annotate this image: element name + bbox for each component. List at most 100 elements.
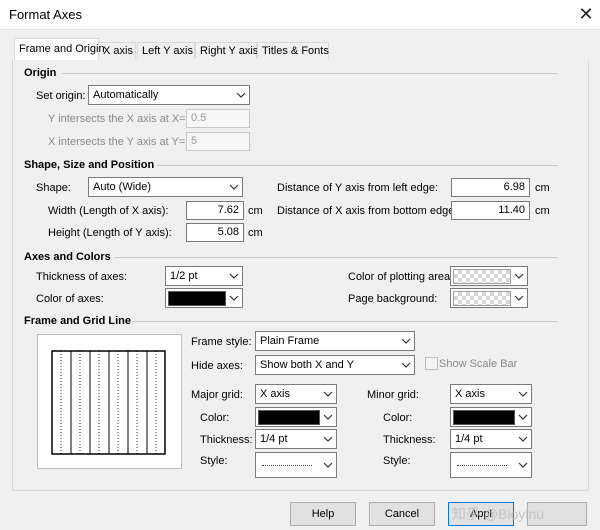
minor-grid-value: X axis — [455, 388, 485, 400]
thickness-axes-label: Thickness of axes: — [36, 271, 128, 283]
height-unit: cm — [248, 227, 263, 239]
major-thickness-label: Thickness: — [200, 434, 253, 446]
major-color-label: Color: — [200, 412, 230, 424]
axes-colors-divider — [114, 257, 558, 258]
dist-y-input[interactable]: 6.98 — [451, 178, 530, 197]
chevron-down-icon — [229, 293, 239, 303]
watermark: 知乎 @Bioylnu — [452, 506, 545, 522]
major-style-select[interactable] — [255, 452, 337, 478]
color-axes-swatch — [168, 291, 226, 306]
major-grid-label: Major grid: — [191, 389, 243, 401]
thickness-axes-select[interactable]: 1/2 pt — [165, 266, 243, 286]
tab-frame-and-origin[interactable]: Frame and Origin — [14, 38, 105, 60]
chevron-down-icon — [518, 412, 528, 422]
minor-style-label: Style: — [383, 455, 411, 467]
minor-thickness-select[interactable]: 1/4 pt — [450, 429, 532, 449]
close-icon[interactable]: ✕ — [576, 4, 596, 24]
y-intersects-label: Y intersects the X axis at X= — [48, 113, 186, 125]
chevron-down-icon — [323, 460, 333, 470]
page-bg-select[interactable] — [450, 288, 528, 308]
show-scale-bar-checkbox[interactable] — [425, 357, 438, 370]
minor-style-dotted-line — [457, 465, 507, 466]
frame-grid-divider — [132, 321, 558, 322]
width-input[interactable]: 7.62 — [186, 201, 244, 220]
dist-y-label: Distance of Y axis from left edge: — [277, 182, 439, 194]
frame-style-label: Frame style: — [191, 336, 252, 348]
major-color-swatch — [258, 410, 320, 425]
axes-colors-heading: Axes and Colors — [24, 251, 111, 263]
chevron-down-icon — [323, 389, 333, 399]
hide-axes-select[interactable]: Show both X and Y — [255, 355, 415, 375]
chevron-down-icon — [229, 271, 239, 281]
tab-left-y-axis[interactable]: Left Y axis — [137, 42, 195, 60]
set-origin-value: Automatically — [93, 89, 159, 101]
minor-color-swatch — [453, 410, 515, 425]
minor-thickness-value: 1/4 pt — [455, 433, 483, 445]
dist-x-label: Distance of X axis from bottom edge: — [277, 205, 458, 217]
origin-divider — [62, 73, 558, 74]
shape-select[interactable]: Auto (Wide) — [88, 177, 243, 197]
show-scale-bar-label: Show Scale Bar — [439, 358, 518, 370]
minor-color-select[interactable] — [450, 407, 532, 427]
set-origin-label: Set origin: — [36, 90, 86, 102]
major-thickness-select[interactable]: 1/4 pt — [255, 429, 337, 449]
dist-y-unit: cm — [535, 182, 550, 194]
shape-label: Shape: — [36, 182, 71, 194]
x-intersects-label: X intersects the Y axis at Y= — [48, 136, 186, 148]
tab-titles-fonts[interactable]: Titles & Fonts — [257, 42, 329, 60]
height-label: Height (Length of Y axis): — [48, 227, 172, 239]
y-intersects-input[interactable]: 0.5 — [186, 109, 250, 128]
title-bar — [0, 0, 600, 30]
shape-value: Auto (Wide) — [93, 181, 152, 193]
major-grid-value: X axis — [260, 388, 290, 400]
chevron-down-icon — [518, 460, 528, 470]
plot-area-swatch — [453, 269, 511, 284]
frame-grid-heading: Frame and Grid Line — [24, 315, 131, 327]
width-unit: cm — [248, 205, 263, 217]
chevron-down-icon — [401, 360, 411, 370]
chevron-down-icon — [514, 293, 524, 303]
width-label: Width (Length of X axis): — [48, 205, 169, 217]
major-style-label: Style: — [200, 455, 228, 467]
frame-preview — [37, 334, 182, 469]
origin-heading: Origin — [24, 67, 57, 79]
major-grid-select[interactable]: X axis — [255, 384, 337, 404]
minor-color-label: Color: — [383, 412, 413, 424]
minor-style-select[interactable] — [450, 452, 532, 478]
tab-right-y-axis[interactable]: Right Y axis — [195, 42, 258, 60]
window-title: Format Axes — [9, 7, 82, 22]
plot-area-color-label: Color of plotting area: — [348, 271, 454, 283]
height-input[interactable]: 5.08 — [186, 223, 244, 242]
help-button[interactable]: Help — [290, 502, 356, 526]
shape-heading: Shape, Size and Position — [24, 159, 155, 171]
page-bg-swatch — [453, 291, 511, 306]
chevron-down-icon — [518, 389, 528, 399]
color-axes-select[interactable] — [165, 288, 243, 308]
shape-divider — [157, 165, 558, 166]
plot-area-color-select[interactable] — [450, 266, 528, 286]
thickness-axes-value: 1/2 pt — [170, 270, 198, 282]
hide-axes-value: Show both X and Y — [260, 359, 354, 371]
minor-grid-label: Minor grid: — [367, 389, 419, 401]
major-style-dotted-line — [262, 465, 312, 466]
chevron-down-icon — [236, 90, 246, 100]
chevron-down-icon — [229, 182, 239, 192]
frame-preview-graphic — [51, 350, 166, 455]
chevron-down-icon — [323, 412, 333, 422]
set-origin-select[interactable]: Automatically — [88, 85, 250, 105]
page-bg-label: Page background: — [348, 293, 438, 305]
dist-x-input[interactable]: 11.40 — [451, 201, 530, 220]
major-color-select[interactable] — [255, 407, 337, 427]
minor-thickness-label: Thickness: — [383, 434, 436, 446]
color-axes-label: Color of axes: — [36, 293, 104, 305]
x-intersects-input[interactable]: 5 — [186, 132, 250, 151]
frame-style-value: Plain Frame — [260, 335, 320, 347]
cancel-button[interactable]: Cancel — [369, 502, 435, 526]
chevron-down-icon — [518, 434, 528, 444]
minor-grid-select[interactable]: X axis — [450, 384, 532, 404]
frame-style-select[interactable]: Plain Frame — [255, 331, 415, 351]
hide-axes-label: Hide axes: — [191, 360, 243, 372]
chevron-down-icon — [514, 271, 524, 281]
chevron-down-icon — [401, 336, 411, 346]
dist-x-unit: cm — [535, 205, 550, 217]
